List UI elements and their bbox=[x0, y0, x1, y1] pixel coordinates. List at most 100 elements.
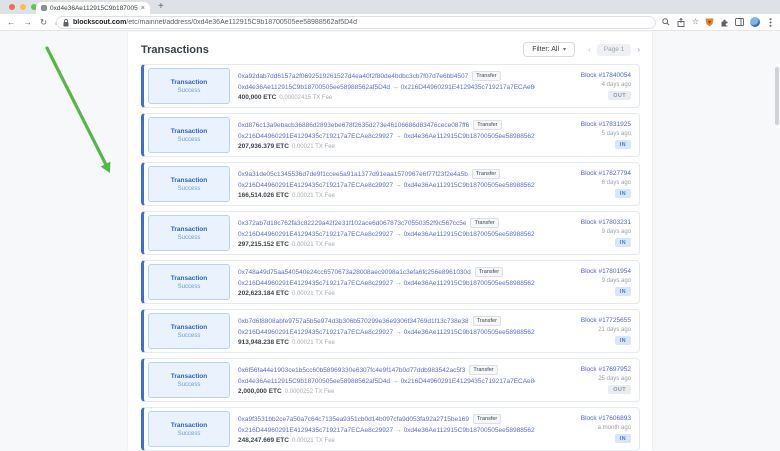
transaction-hash-link[interactable]: 0x372ab7d18c762fa3c82229a42f2e31f102ace6… bbox=[238, 220, 466, 227]
from-address-link[interactable]: 0xd4e36Ae112915C9b18700505ee58988562af5D… bbox=[238, 84, 390, 91]
block-link[interactable]: Block #17840054 bbox=[581, 72, 631, 79]
current-page-button[interactable]: Page 1 bbox=[597, 44, 632, 56]
block-link[interactable]: Block #17725655 bbox=[581, 317, 631, 324]
direction-badge: IN bbox=[615, 189, 631, 198]
back-icon[interactable]: ← bbox=[7, 17, 16, 27]
from-address-link[interactable]: 0x216D44960291E4129435c719217a7ECAe8c299… bbox=[238, 280, 393, 287]
browser-tab[interactable]: 0xd4e36Ae112915C9b187005 × bbox=[36, 2, 150, 14]
filter-label: Filter: All bbox=[532, 46, 559, 53]
status-result: Success bbox=[178, 235, 201, 241]
status-type: Transaction bbox=[171, 422, 207, 429]
to-address-link[interactable]: 0xd4e36Ae112915C9b18700505ee58988562af5D… bbox=[404, 231, 535, 238]
transaction-fee: 0.00021 TX Fee bbox=[292, 193, 335, 199]
to-address-link[interactable]: 0xd4e36Ae112915C9b18700505ee58988562af5D… bbox=[404, 329, 535, 336]
table-row: Transaction Success 0xb7d6f8808abfe9757a… bbox=[141, 309, 640, 353]
transaction-age: a month ago bbox=[598, 425, 631, 431]
direction-badge: IN bbox=[615, 287, 631, 296]
new-tab-button[interactable]: + bbox=[158, 1, 164, 12]
transaction-hash-link[interactable]: 0xd876c13a9ebacb36886d2893ebe678f2635d27… bbox=[238, 122, 469, 129]
transaction-hash-link[interactable]: 0xa9f3531bb2ce7a50a7c64c7135ea9351cb0d14… bbox=[238, 416, 469, 423]
direction-badge: IN bbox=[615, 434, 631, 443]
from-address-link[interactable]: 0x216D44960291E4129435c719217a7ECAe8c299… bbox=[238, 133, 393, 140]
to-address-link[interactable]: 0x216D44960291E4129435c719217a7ECAe8c299… bbox=[401, 378, 535, 385]
table-row: Transaction Success 0x748a49d75aa540540e… bbox=[141, 260, 640, 304]
transaction-fee: 0.00021 TX Fee bbox=[292, 242, 335, 248]
from-address-link[interactable]: 0x216D44960291E4129435c719217a7ECAe8c299… bbox=[238, 231, 393, 238]
block-link[interactable]: Block #17801954 bbox=[581, 268, 631, 275]
from-address-link[interactable]: 0x216D44960291E4129435c719217a7ECAe8c299… bbox=[238, 182, 393, 189]
profile-avatar[interactable] bbox=[750, 17, 760, 27]
extensions-puzzle-icon[interactable] bbox=[720, 18, 729, 27]
transaction-meta: Block #17801954 9 days ago IN bbox=[535, 268, 631, 296]
transaction-value: 166,514.026 ETC bbox=[238, 192, 289, 199]
transfer-tag: Transfer bbox=[472, 169, 500, 179]
transaction-age: 6 days ago bbox=[602, 180, 631, 186]
transaction-value: 248,247.669 ETC bbox=[238, 437, 289, 444]
arrow-right-icon: → bbox=[393, 427, 404, 434]
from-address-link[interactable]: 0x216D44960291E4129435c719217a7ECAe8c299… bbox=[238, 427, 393, 434]
transaction-age: 9 days ago bbox=[602, 278, 631, 284]
arrow-right-icon: → bbox=[393, 231, 404, 238]
previous-page-icon[interactable]: ‹ bbox=[588, 45, 591, 54]
transaction-value: 207,936.379 ETC bbox=[238, 143, 289, 150]
minimize-window-button[interactable] bbox=[20, 4, 26, 10]
block-link[interactable]: Block #17831925 bbox=[581, 121, 631, 128]
arrow-right-icon: → bbox=[390, 84, 401, 91]
status-badge: Transaction Success bbox=[148, 411, 230, 447]
status-badge: Transaction Success bbox=[148, 166, 230, 202]
transaction-value: 2,000,000 ETC bbox=[238, 388, 282, 395]
transaction-details: 0xa9f3531bb2ce7a50a7c64c7135ea9351cb0d14… bbox=[238, 414, 535, 444]
transaction-fee: 0.0000252 TX Fee bbox=[285, 389, 335, 395]
bookmark-star-icon[interactable]: ☆ bbox=[692, 18, 699, 26]
status-result: Success bbox=[178, 88, 201, 94]
transfer-tag: Transfer bbox=[473, 316, 501, 326]
filter-button[interactable]: Filter: All ▾ bbox=[523, 42, 575, 57]
from-address-link[interactable]: 0xd4e36Ae112915C9b18700505ee58988562af5D… bbox=[238, 378, 390, 385]
transfer-tag: Transfer bbox=[475, 267, 503, 277]
arrow-right-icon: → bbox=[393, 182, 404, 189]
transaction-hash-link[interactable]: 0x6f56fa44e1903ce1b5cc60b58969330e6307fc… bbox=[238, 367, 465, 374]
block-link[interactable]: Block #17803231 bbox=[581, 219, 631, 226]
side-panel-icon[interactable] bbox=[735, 18, 744, 27]
url-path: /etc/mainnet/address/0xd4e36Ae112915C9b1… bbox=[126, 19, 357, 26]
reload-icon[interactable]: ↻ bbox=[40, 17, 47, 28]
transaction-age: 9 days ago bbox=[602, 229, 631, 235]
transaction-value: 913,948.238 ETC bbox=[238, 339, 289, 346]
metamask-extension-icon[interactable] bbox=[705, 18, 714, 27]
block-link[interactable]: Block #17606893 bbox=[581, 415, 631, 422]
transactions-list: Transaction Success 0xa92dab7dd6157a2f06… bbox=[128, 64, 652, 451]
close-tab-icon[interactable]: × bbox=[141, 5, 145, 12]
transfer-tag: Transfer bbox=[473, 414, 501, 424]
transaction-hash-link[interactable]: 0xa92dab7dd6157a2f0692519261527d4ea40f2f… bbox=[238, 73, 468, 80]
transaction-fee: 0.00021 TX Fee bbox=[292, 438, 335, 444]
to-address-link[interactable]: 0xd4e36Ae112915C9b18700505ee58988562af5D… bbox=[404, 133, 535, 140]
to-address-link[interactable]: 0xd4e36Ae112915C9b18700505ee58988562af5D… bbox=[404, 427, 535, 434]
scrollbar[interactable] bbox=[775, 67, 779, 125]
address-bar[interactable]: blockscout.com/etc/mainnet/address/0xd4e… bbox=[56, 16, 656, 29]
status-result: Success bbox=[178, 431, 201, 437]
status-result: Success bbox=[178, 137, 201, 143]
share-icon[interactable] bbox=[677, 18, 686, 27]
window-controls[interactable] bbox=[9, 4, 37, 10]
block-link[interactable]: Block #17697952 bbox=[581, 366, 631, 373]
transaction-hash-link[interactable]: 0xb7d6f8808abfe9757a5b5e974d3b306b570299… bbox=[238, 318, 469, 325]
to-address-link[interactable]: 0xd4e36Ae112915C9b18700505ee58988562af5D… bbox=[404, 182, 535, 189]
to-address-link[interactable]: 0xd4e36Ae112915C9b18700505ee58988562af5D… bbox=[404, 280, 535, 287]
transaction-value: 400,000 ETC bbox=[238, 94, 276, 101]
transaction-hash-link[interactable]: 0x748a49d75aa540540e24cc6570673a28008aec… bbox=[238, 269, 471, 276]
transaction-age: 4 days ago bbox=[602, 82, 631, 88]
block-link[interactable]: Block #17827794 bbox=[581, 170, 631, 177]
from-address-link[interactable]: 0x216D44960291E4129435c719217a7ECAe8c299… bbox=[238, 329, 393, 336]
to-address-link[interactable]: 0x216D44960291E4129435c719217a7ECAe8c299… bbox=[401, 84, 535, 91]
next-page-icon[interactable]: › bbox=[637, 45, 640, 54]
zoom-search-icon[interactable] bbox=[662, 18, 671, 27]
table-row: Transaction Success 0x372ab7d18c762fa3c8… bbox=[141, 211, 640, 255]
table-row: Transaction Success 0x6f56fa44e1903ce1b5… bbox=[141, 358, 640, 402]
transfer-tag: Transfer bbox=[472, 71, 500, 81]
status-badge: Transaction Success bbox=[148, 313, 230, 349]
forward-icon[interactable]: → bbox=[24, 17, 33, 27]
transaction-meta: Block #17725655 21 days ago IN bbox=[535, 317, 631, 345]
close-window-button[interactable] bbox=[9, 4, 15, 10]
chrome-menu-icon[interactable] bbox=[766, 18, 775, 27]
transaction-hash-link[interactable]: 0x9a31de05c1345536d7de9f1ccee5a91a1377d9… bbox=[238, 171, 468, 178]
